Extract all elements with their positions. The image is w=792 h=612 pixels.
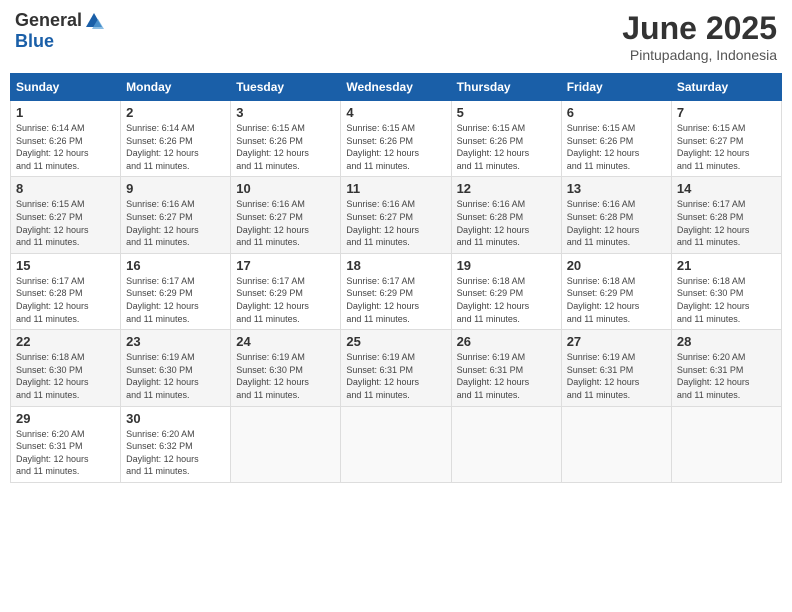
empty-cell-2 xyxy=(341,406,451,482)
day-24: 24 Sunrise: 6:19 AMSunset: 6:30 PMDaylig… xyxy=(231,330,341,406)
logo-icon xyxy=(84,11,104,31)
header-sunday: Sunday xyxy=(11,74,121,101)
day-1: 1 Sunrise: 6:14 AMSunset: 6:26 PMDayligh… xyxy=(11,101,121,177)
day-4: 4 Sunrise: 6:15 AMSunset: 6:26 PMDayligh… xyxy=(341,101,451,177)
day-12: 12 Sunrise: 6:16 AMSunset: 6:28 PMDaylig… xyxy=(451,177,561,253)
day-14: 14 Sunrise: 6:17 AMSunset: 6:28 PMDaylig… xyxy=(671,177,781,253)
week-row-5: 29 Sunrise: 6:20 AMSunset: 6:31 PMDaylig… xyxy=(11,406,782,482)
empty-cell-1 xyxy=(231,406,341,482)
day-10: 10 Sunrise: 6:16 AMSunset: 6:27 PMDaylig… xyxy=(231,177,341,253)
header-friday: Friday xyxy=(561,74,671,101)
day-19: 19 Sunrise: 6:18 AMSunset: 6:29 PMDaylig… xyxy=(451,253,561,329)
day-6: 6 Sunrise: 6:15 AMSunset: 6:26 PMDayligh… xyxy=(561,101,671,177)
day-26: 26 Sunrise: 6:19 AMSunset: 6:31 PMDaylig… xyxy=(451,330,561,406)
day-11: 11 Sunrise: 6:16 AMSunset: 6:27 PMDaylig… xyxy=(341,177,451,253)
day-30: 30 Sunrise: 6:20 AMSunset: 6:32 PMDaylig… xyxy=(121,406,231,482)
page-header: General Blue June 2025 Pintupadang, Indo… xyxy=(10,10,782,63)
day-8: 8 Sunrise: 6:15 AMSunset: 6:27 PMDayligh… xyxy=(11,177,121,253)
empty-cell-4 xyxy=(561,406,671,482)
calendar-table: Sunday Monday Tuesday Wednesday Thursday… xyxy=(10,73,782,483)
day-23: 23 Sunrise: 6:19 AMSunset: 6:30 PMDaylig… xyxy=(121,330,231,406)
day-17: 17 Sunrise: 6:17 AMSunset: 6:29 PMDaylig… xyxy=(231,253,341,329)
location-title: Pintupadang, Indonesia xyxy=(622,47,777,63)
day-13: 13 Sunrise: 6:16 AMSunset: 6:28 PMDaylig… xyxy=(561,177,671,253)
day-7: 7 Sunrise: 6:15 AMSunset: 6:27 PMDayligh… xyxy=(671,101,781,177)
weekday-header-row: Sunday Monday Tuesday Wednesday Thursday… xyxy=(11,74,782,101)
day-2: 2 Sunrise: 6:14 AMSunset: 6:26 PMDayligh… xyxy=(121,101,231,177)
header-tuesday: Tuesday xyxy=(231,74,341,101)
day-3: 3 Sunrise: 6:15 AMSunset: 6:26 PMDayligh… xyxy=(231,101,341,177)
week-row-3: 15 Sunrise: 6:17 AMSunset: 6:28 PMDaylig… xyxy=(11,253,782,329)
header-wednesday: Wednesday xyxy=(341,74,451,101)
header-monday: Monday xyxy=(121,74,231,101)
empty-cell-5 xyxy=(671,406,781,482)
day-20: 20 Sunrise: 6:18 AMSunset: 6:29 PMDaylig… xyxy=(561,253,671,329)
day-22: 22 Sunrise: 6:18 AMSunset: 6:30 PMDaylig… xyxy=(11,330,121,406)
day-15: 15 Sunrise: 6:17 AMSunset: 6:28 PMDaylig… xyxy=(11,253,121,329)
day-28: 28 Sunrise: 6:20 AMSunset: 6:31 PMDaylig… xyxy=(671,330,781,406)
logo-general-text: General xyxy=(15,10,82,31)
header-saturday: Saturday xyxy=(671,74,781,101)
day-29: 29 Sunrise: 6:20 AMSunset: 6:31 PMDaylig… xyxy=(11,406,121,482)
header-thursday: Thursday xyxy=(451,74,561,101)
day-25: 25 Sunrise: 6:19 AMSunset: 6:31 PMDaylig… xyxy=(341,330,451,406)
day-5: 5 Sunrise: 6:15 AMSunset: 6:26 PMDayligh… xyxy=(451,101,561,177)
logo: General Blue xyxy=(15,10,106,52)
day-16: 16 Sunrise: 6:17 AMSunset: 6:29 PMDaylig… xyxy=(121,253,231,329)
logo-blue-text: Blue xyxy=(15,31,54,52)
title-area: June 2025 Pintupadang, Indonesia xyxy=(622,10,777,63)
month-title: June 2025 xyxy=(622,10,777,47)
day-21: 21 Sunrise: 6:18 AMSunset: 6:30 PMDaylig… xyxy=(671,253,781,329)
day-9: 9 Sunrise: 6:16 AMSunset: 6:27 PMDayligh… xyxy=(121,177,231,253)
week-row-4: 22 Sunrise: 6:18 AMSunset: 6:30 PMDaylig… xyxy=(11,330,782,406)
empty-cell-3 xyxy=(451,406,561,482)
day-27: 27 Sunrise: 6:19 AMSunset: 6:31 PMDaylig… xyxy=(561,330,671,406)
week-row-1: 1 Sunrise: 6:14 AMSunset: 6:26 PMDayligh… xyxy=(11,101,782,177)
day-18: 18 Sunrise: 6:17 AMSunset: 6:29 PMDaylig… xyxy=(341,253,451,329)
week-row-2: 8 Sunrise: 6:15 AMSunset: 6:27 PMDayligh… xyxy=(11,177,782,253)
